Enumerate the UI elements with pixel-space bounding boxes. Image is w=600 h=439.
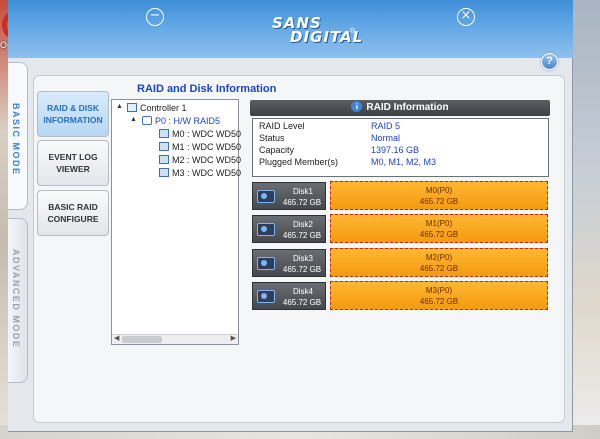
- member-card[interactable]: M2(P0) 465.72 GB: [330, 248, 548, 277]
- raid-info-value: RAID 5: [371, 121, 401, 131]
- raid-info-value: M0, M1, M2, M3: [371, 157, 437, 167]
- disk-name: Disk3: [292, 254, 313, 263]
- tree-item-controller-label: Controller 1: [140, 103, 187, 113]
- hard-disk-icon: [257, 257, 275, 270]
- disk-card[interactable]: Disk4 465.72 GB: [252, 282, 326, 310]
- tree-item-raid[interactable]: P0 : H/W RAID5: [142, 115, 220, 127]
- disk-size: 465.72 GB: [282, 298, 322, 307]
- tab-advanced-mode[interactable]: ADVANCED MODE: [8, 218, 28, 383]
- member-card[interactable]: M3(P0) 465.72 GB: [330, 281, 548, 310]
- tree-item-disk-label: M1 : WDC WD50: [172, 142, 242, 152]
- help-button[interactable]: ?: [541, 53, 558, 70]
- tree-item-disk[interactable]: M1 : WDC WD50: [159, 141, 241, 153]
- member-name: M1(P0): [425, 219, 453, 228]
- device-tree[interactable]: ▲ Controller 1 ▲ P0 : H/W RAID5 M0 : WDC…: [111, 99, 241, 345]
- section-title: RAID and Disk Information: [137, 83, 277, 95]
- raid-info-header-label: RAID Information: [366, 102, 449, 113]
- info-icon: i: [351, 101, 363, 112]
- disk-card[interactable]: Disk1 465.72 GB: [252, 182, 326, 210]
- member-card[interactable]: M0(P0) 465.72 GB: [330, 181, 548, 210]
- tree-item-disk[interactable]: M0 : WDC WD50: [159, 128, 241, 140]
- controller-icon: [127, 103, 137, 112]
- hard-disk-icon: [257, 223, 275, 236]
- tree-item-disk[interactable]: M3 : WDC WD50: [159, 167, 241, 179]
- tree-item-disk-label: M2 : WDC WD50: [172, 155, 242, 165]
- tree-item-raid-label: P0 : H/W RAID5: [155, 116, 221, 126]
- disk-card[interactable]: Disk3 465.72 GB: [252, 249, 326, 277]
- member-name: M0(P0): [425, 186, 453, 195]
- nav-basic-raid-configure[interactable]: BASIC RAID CONFIGURE: [37, 190, 109, 236]
- member-card[interactable]: M1(P0) 465.72 GB: [330, 214, 548, 243]
- tab-basic-mode[interactable]: BASIC MODE: [8, 62, 28, 210]
- hard-disk-icon: [257, 290, 275, 303]
- disk-icon: [159, 142, 169, 151]
- nav-raid-disk-information[interactable]: RAID & DISK INFORMATION: [37, 91, 109, 137]
- disk-size: 465.72 GB: [282, 231, 322, 240]
- disk-icon: [159, 155, 169, 164]
- minimize-button[interactable]: −: [146, 8, 164, 26]
- disk-size: 465.72 GB: [282, 198, 322, 207]
- member-size: 465.72 GB: [419, 297, 459, 306]
- disk-icon: [159, 129, 169, 138]
- hard-disk-icon: [257, 190, 275, 203]
- raid-info-value: Normal: [371, 133, 401, 143]
- disk-name: Disk4: [292, 287, 313, 296]
- raid-info-label: Status: [259, 133, 285, 143]
- member-size: 465.72 GB: [419, 197, 459, 206]
- raid-info-label: Capacity: [259, 145, 295, 155]
- collapse-raid-icon[interactable]: ▲: [130, 116, 137, 123]
- scroll-left-icon[interactable]: ◀: [114, 334, 119, 342]
- disk-icon: [159, 168, 169, 177]
- scroll-thumb[interactable]: [122, 336, 162, 343]
- tree-item-disk-label: M3 : WDC WD50: [172, 168, 242, 178]
- disk-size: 465.72 GB: [282, 265, 322, 274]
- tab-advanced-mode-label: ADVANCED MODE: [11, 249, 21, 349]
- member-name: M3(P0): [425, 286, 453, 295]
- raid-info-box: RAID Level RAID 5 Status Normal Capacity…: [252, 118, 549, 177]
- brand-logo: SANS DIGITAL ®: [270, 14, 362, 46]
- raid-info-value: 1397.16 GB: [371, 145, 420, 155]
- tree-horizontal-scrollbar[interactable]: ◀ ▶: [112, 334, 238, 344]
- disk-name: Disk2: [292, 220, 313, 229]
- raid-info-label: RAID Level: [259, 121, 305, 131]
- title-bar[interactable]: − SANS DIGITAL ® ×: [8, 0, 573, 58]
- raid-info-header: i RAID Information: [250, 100, 550, 116]
- scroll-right-icon[interactable]: ▶: [231, 334, 236, 342]
- app-window: − SANS DIGITAL ® × ? BASIC MODE ADVANCED…: [8, 0, 573, 432]
- member-size: 465.72 GB: [419, 264, 459, 273]
- disk-name: Disk1: [292, 187, 313, 196]
- tree-item-disk[interactable]: M2 : WDC WD50: [159, 154, 241, 166]
- nav-event-log-viewer[interactable]: EVENT LOG VIEWER: [37, 140, 109, 186]
- raid-info-label: Plugged Member(s): [259, 157, 339, 167]
- registered-mark: ®: [350, 28, 356, 35]
- content-panel: RAID & DISK INFORMATION EVENT LOG VIEWER…: [33, 75, 565, 423]
- tab-basic-mode-label: BASIC MODE: [11, 103, 21, 176]
- close-button[interactable]: ×: [457, 8, 475, 26]
- raid-icon: [142, 116, 152, 125]
- tree-item-disk-label: M0 : WDC WD50: [172, 129, 242, 139]
- collapse-controller-icon[interactable]: ▲: [116, 103, 123, 110]
- disk-card[interactable]: Disk2 465.72 GB: [252, 215, 326, 243]
- member-name: M2(P0): [425, 253, 453, 262]
- tree-item-controller[interactable]: Controller 1: [127, 102, 187, 114]
- member-size: 465.72 GB: [419, 230, 459, 239]
